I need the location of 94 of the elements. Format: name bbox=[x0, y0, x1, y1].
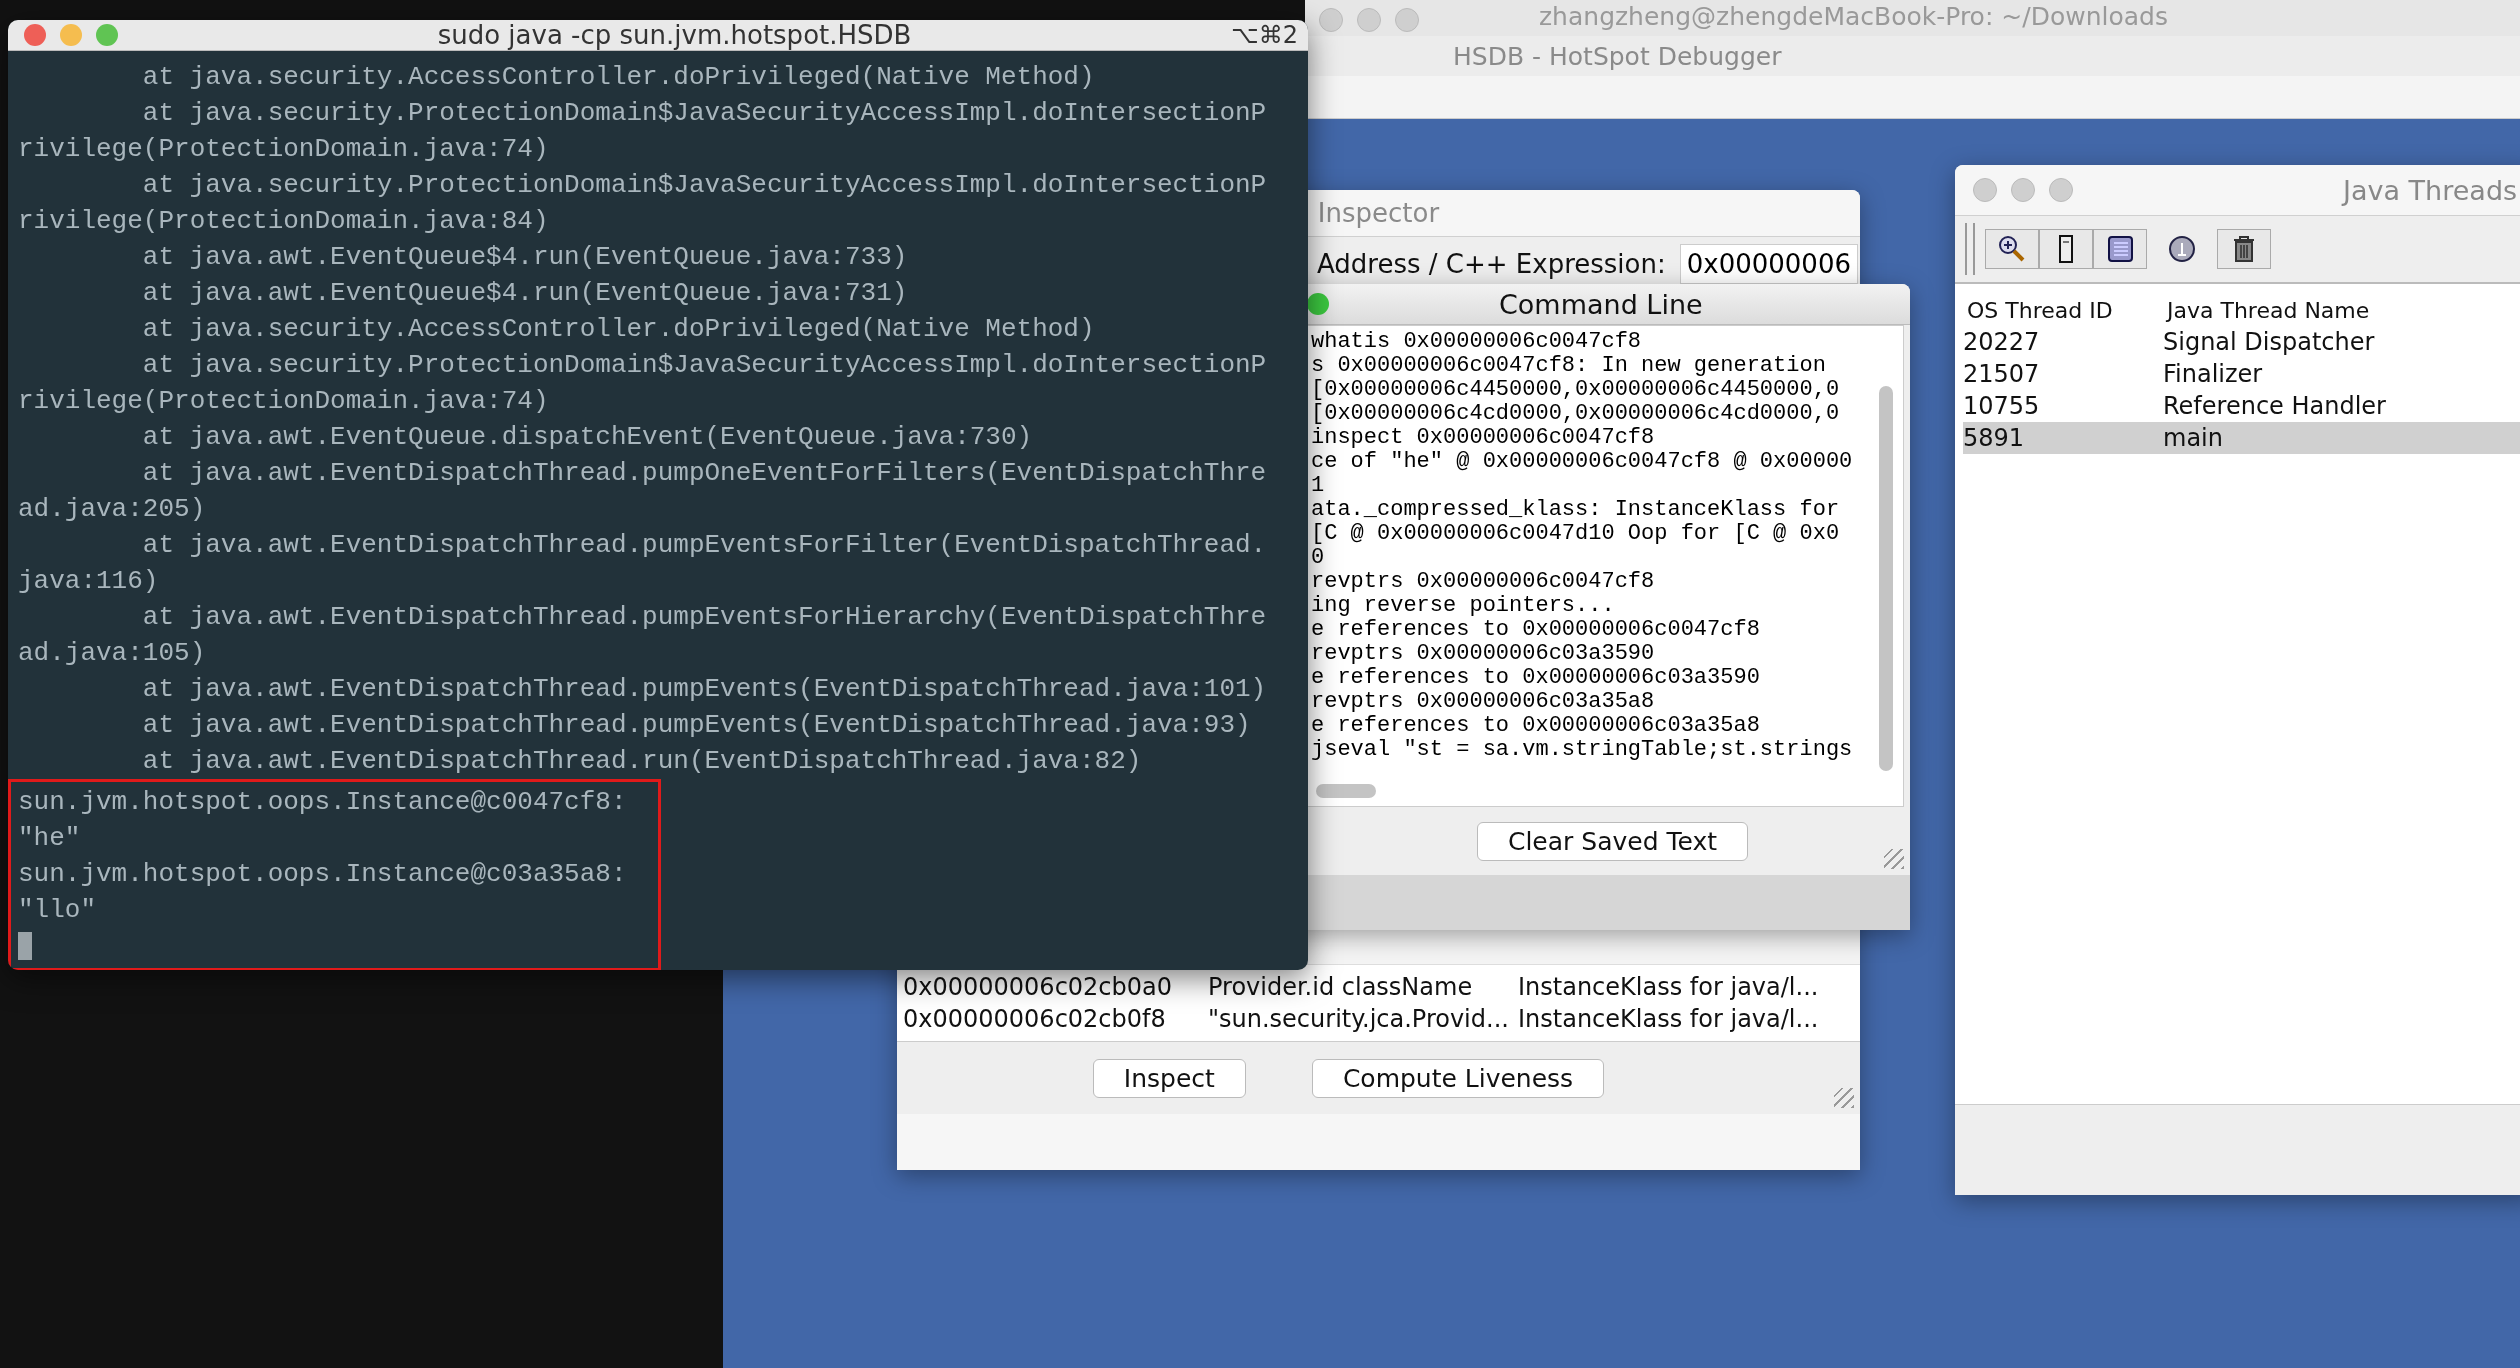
terminal-line: at java.awt.EventDispatchThread.run(EventDispatchThread.java:82) bbox=[142, 745, 1143, 778]
table-cell-text: 20227 bbox=[1963, 328, 2041, 356]
console-line: whatis 0x00000006c0047cf8 bbox=[1311, 330, 1643, 354]
table-cell-text: 21507 bbox=[1963, 360, 2041, 388]
terminal-line: ad.java:105) bbox=[18, 637, 207, 670]
terminal-line: at java.awt.EventDispatchThread.pumpOneEventForFilters(EventDispatchThre bbox=[142, 457, 1268, 490]
table-cell-text: 0x00000006c02cb0a0 bbox=[903, 973, 1174, 1001]
shortcut-label: ⌥⌘2 bbox=[1231, 21, 1298, 49]
terminal-line: at java.security.ProtectionDomain$JavaSecurityAccessImpl.doIntersectionP bbox=[142, 169, 1268, 202]
close-button[interactable] bbox=[1319, 8, 1343, 32]
terminal-line: rivilege(ProtectionDomain.java:84) bbox=[18, 205, 550, 238]
table-row[interactable]: 5891 main bbox=[1963, 422, 2520, 454]
column-header[interactable]: Java Thread Name bbox=[2163, 297, 2520, 323]
console-line: revptrs 0x00000006c03a35a8 bbox=[1311, 690, 1656, 714]
console-line: jseval "st = sa.vm.stringTable;st.strings bbox=[1311, 738, 1854, 762]
window-title: sudo java -cp sun.jvm.hotspot.HSDB bbox=[436, 20, 913, 50]
terminal-line: at java.security.AccessController.doPrivileged(Native Method) bbox=[142, 61, 1096, 94]
info-icon bbox=[2167, 234, 2197, 264]
zoom-in-icon bbox=[1997, 234, 2027, 264]
clear-button[interactable]: Clear Saved Text bbox=[1476, 821, 1749, 861]
terminal-line: java:116) bbox=[18, 565, 160, 598]
table-cell-text: Provider.id className bbox=[1208, 973, 1474, 1001]
terminal-line: rivilege(ProtectionDomain.java:74) bbox=[18, 133, 550, 166]
table-cell-text: Signal Dispatcher bbox=[2163, 328, 2376, 356]
terminal-line: ad.java:205) bbox=[18, 493, 207, 526]
zoom-button[interactable] bbox=[1307, 293, 1329, 315]
terminal-line: at java.awt.EventDispatchThread.pumpEvents(EventDispatchThread.java:101) bbox=[142, 673, 1268, 706]
close-button[interactable] bbox=[24, 24, 46, 46]
table-cell-text: Finalizer bbox=[2163, 360, 2264, 388]
action-button[interactable]: Compute Liveness bbox=[1311, 1058, 1605, 1098]
console-line: e references to 0x00000006c03a3590 bbox=[1311, 666, 1761, 690]
table-cell-text: "sun.security.jca.Provid... bbox=[1208, 1005, 1510, 1033]
address-field[interactable]: 0x00000006 bbox=[1679, 244, 1858, 284]
terminal-line: rivilege(ProtectionDomain.java:74) bbox=[18, 385, 550, 418]
console-line: [0x00000006c4cd0000,0x00000006c4cd0000,0 bbox=[1311, 402, 1841, 426]
toolbar-button[interactable] bbox=[2039, 229, 2093, 269]
terminal-line: "llo" bbox=[18, 894, 97, 927]
minimize-button[interactable] bbox=[1357, 8, 1381, 32]
scrollbar[interactable] bbox=[1879, 386, 1893, 771]
console-line: revptrs 0x00000006c0047cf8 bbox=[1311, 570, 1656, 594]
console-line: 1 bbox=[1311, 474, 1326, 498]
console-line: revptrs 0x00000006c03a3590 bbox=[1311, 642, 1656, 666]
toolbar-button[interactable] bbox=[1985, 229, 2039, 269]
terminal-line: sun.jvm.hotspot.oops.Instance@c03a35a8: bbox=[18, 858, 628, 891]
console-line: 0 bbox=[1311, 546, 1326, 570]
terminal-line: at java.security.ProtectionDomain$JavaSecurityAccessImpl.doIntersectionP bbox=[142, 97, 1268, 130]
window-title: Inspector bbox=[1317, 198, 1440, 228]
console-line: ce of "he" @ 0x00000006c0047cf8 @ 0x00000 bbox=[1311, 450, 1854, 474]
minimize-button[interactable] bbox=[2011, 178, 2035, 202]
close-button[interactable] bbox=[1973, 178, 1997, 202]
window-title: zhangzheng@zhengdeMacBook-Pro: ~/Downloads bbox=[1539, 1, 2168, 31]
table-cell-text: 5891 bbox=[1963, 424, 2026, 452]
terminal-line: at java.awt.EventDispatchThread.pumpEvents(EventDispatchThread.java:93) bbox=[142, 709, 1252, 742]
console-line: [C @ 0x00000006c0047d10 Oop for [C @ 0x0 bbox=[1311, 522, 1841, 546]
console-line: s 0x00000006c0047cf8: In new generation bbox=[1311, 354, 1827, 378]
table-row[interactable]: 21507 Finalizer bbox=[1963, 358, 2520, 390]
address-label: Address / C++ Expression: bbox=[1317, 249, 1666, 279]
toolbar-button[interactable] bbox=[2217, 229, 2271, 269]
window-title: Command Line bbox=[1499, 288, 1703, 320]
console-line: e references to 0x00000006c0047cf8 bbox=[1311, 618, 1761, 642]
terminal-line: at java.security.ProtectionDomain$JavaSecurityAccessImpl.doIntersectionP bbox=[142, 349, 1268, 382]
table-cell-text: InstanceKlass for java/l... bbox=[1518, 1005, 1820, 1033]
terminal-line: "he" bbox=[18, 822, 82, 855]
toolbar-button[interactable] bbox=[2093, 229, 2147, 269]
resize-grip-icon bbox=[1884, 849, 1904, 869]
notebook-icon bbox=[2105, 234, 2135, 264]
terminal-line: at java.awt.EventDispatchThread.pumpEventsForFilter(EventDispatchThread. bbox=[142, 529, 1268, 562]
window-title: HSDB - HotSpot Debugger bbox=[1453, 41, 1782, 71]
toolbar-grip-icon bbox=[1965, 223, 1975, 275]
terminal-line: at java.awt.EventQueue$4.run(EventQueue.java:733) bbox=[142, 241, 909, 274]
scrollbar[interactable] bbox=[1316, 784, 1376, 798]
terminal-line: at java.awt.EventQueue.dispatchEvent(EventQueue.java:730) bbox=[142, 421, 1034, 454]
text-cursor bbox=[18, 932, 32, 960]
table-cell-text: 10755 bbox=[1963, 392, 2041, 420]
table-row[interactable]: 20227 Signal Dispatcher bbox=[1963, 326, 2520, 358]
window-title: Java Threads bbox=[2343, 174, 2518, 206]
terminal-line: at java.awt.EventDispatchThread.pumpEventsForHierarchy(EventDispatchThre bbox=[142, 601, 1268, 634]
table-cell-text: 0x00000006c02cb0f8 bbox=[903, 1005, 1167, 1033]
terminal-line: at java.awt.EventQueue$4.run(EventQueue.java:731) bbox=[142, 277, 909, 310]
terminal-line: at java.security.AccessController.doPrivileged(Native Method) bbox=[142, 313, 1096, 346]
table-cell-text: main bbox=[2163, 424, 2224, 452]
table-cell-text: InstanceKlass for java/l... bbox=[1518, 973, 1820, 1001]
console-line: ing reverse pointers... bbox=[1311, 594, 1616, 618]
console-line: e references to 0x00000006c03a35a8 bbox=[1311, 714, 1761, 738]
resize-grip-icon bbox=[1834, 1088, 1854, 1108]
table-row[interactable]: 10755 Reference Handler bbox=[1963, 390, 2520, 422]
console-line: ata._compressed_klass: InstanceKlass for bbox=[1311, 498, 1841, 522]
table-cell-text: Reference Handler bbox=[2163, 392, 2387, 420]
minimize-button[interactable] bbox=[60, 24, 82, 46]
console-line: [0x00000006c4450000,0x00000006c4450000,0 bbox=[1311, 378, 1841, 402]
terminal-line: sun.jvm.hotspot.oops.Instance@c0047cf8: bbox=[18, 786, 628, 819]
action-button[interactable]: Inspect bbox=[1092, 1058, 1246, 1098]
console-line: inspect 0x00000006c0047cf8 bbox=[1311, 426, 1656, 450]
column-header[interactable]: OS Thread ID bbox=[1963, 297, 2163, 323]
